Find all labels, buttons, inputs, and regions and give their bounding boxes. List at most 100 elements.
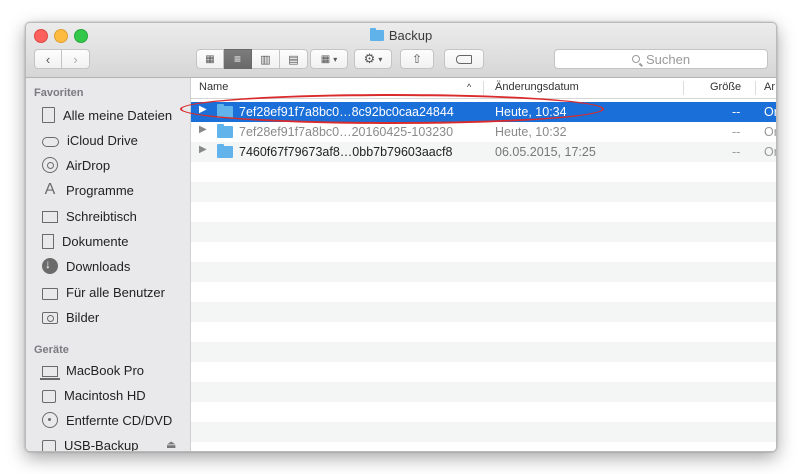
- devices-header: Geräte: [34, 344, 69, 356]
- sidebar-item-programme[interactable]: A Programme: [42, 179, 134, 201]
- sidebar-item-bilder[interactable]: Bilder: [42, 306, 99, 328]
- back-button[interactable]: ‹: [34, 49, 62, 69]
- sidebar-item-schreibtisch[interactable]: Schreibtisch: [42, 205, 137, 227]
- sidebar-item-airdrop[interactable]: AirDrop: [42, 154, 110, 176]
- table-row[interactable]: ▶ 7460f67f79673af8…0bb7b79603aacf8 06.05…: [191, 142, 776, 162]
- file-name: 7ef28ef91f7a8bc0…20160425-103230: [239, 125, 454, 139]
- coverflow-view-icon: ▤: [288, 53, 299, 66]
- window-title-text: Backup: [388, 28, 433, 43]
- disclosure-triangle-icon[interactable]: ▶: [199, 144, 207, 155]
- column-header-name[interactable]: Name: [199, 81, 228, 93]
- empty-row: [191, 302, 776, 322]
- sidebar-item-macintosh-hd[interactable]: Macintosh HD: [42, 384, 146, 406]
- tags-button[interactable]: [444, 49, 484, 69]
- disclosure-triangle-icon[interactable]: ▶: [199, 104, 207, 115]
- search-field[interactable]: Suchen: [554, 49, 768, 69]
- tag-icon: [456, 54, 472, 64]
- column-header-date[interactable]: Änderungsdatum: [495, 81, 579, 93]
- file-kind: Or: [764, 125, 776, 139]
- column-divider[interactable]: [483, 81, 484, 95]
- column-header-size[interactable]: Größe: [710, 81, 741, 93]
- list-view-icon: ≡: [233, 52, 241, 66]
- window-title: Backup: [26, 27, 776, 45]
- usb-drive-icon: [42, 439, 56, 451]
- file-size: --: [732, 105, 741, 119]
- list-view-button[interactable]: ≡: [224, 49, 252, 69]
- sidebar-item-label: Macintosh HD: [64, 387, 146, 403]
- finder-window: Backup ‹ › ▦ ≡ ▥ ▤ ▦ ▾ ⚙ ▾ ⇧ Suchen Favo…: [25, 22, 777, 452]
- sidebar-item-fuer-alle-benutzer[interactable]: Für alle Benutzer: [42, 281, 165, 303]
- share-button[interactable]: ⇧: [400, 49, 434, 69]
- column-view-button[interactable]: ▥: [252, 49, 280, 69]
- empty-row: [191, 342, 776, 362]
- laptop-icon: [40, 365, 60, 380]
- cd-icon: [42, 412, 58, 428]
- file-list: Name ^ Änderungsdatum Größe Ar ▶ 7ef28ef…: [191, 78, 776, 451]
- empty-row: [191, 362, 776, 382]
- folder-icon: [217, 144, 233, 158]
- file-kind: Or: [764, 105, 776, 119]
- chevron-left-icon: ‹: [45, 51, 51, 67]
- chevron-down-icon: ▾: [378, 54, 383, 64]
- coverflow-view-button[interactable]: ▤: [280, 49, 308, 69]
- arrange-icon: ▦: [320, 53, 331, 65]
- forward-button[interactable]: ›: [62, 49, 90, 69]
- sidebar-item-all-files[interactable]: Alle meine Dateien: [42, 104, 172, 126]
- favorites-header: Favoriten: [34, 87, 84, 99]
- column-header-kind[interactable]: Ar: [764, 81, 775, 93]
- applications-icon: A: [44, 181, 56, 198]
- folder-icon: [369, 28, 384, 41]
- sidebar-item-icloud-drive[interactable]: iCloud Drive: [42, 129, 138, 151]
- empty-row: [191, 222, 776, 242]
- chevron-right-icon: ›: [73, 51, 78, 67]
- sidebar-item-label: Dokumente: [62, 233, 129, 249]
- desktop-icon: [42, 211, 58, 223]
- sidebar-item-label: MacBook Pro: [66, 362, 145, 378]
- column-divider[interactable]: [755, 81, 756, 95]
- column-view-icon: ▥: [260, 53, 271, 66]
- empty-row: [191, 202, 776, 222]
- empty-row: [191, 402, 776, 422]
- empty-row: [191, 182, 776, 202]
- file-name: 7460f67f79673af8…0bb7b79603aacf8: [239, 145, 453, 159]
- sidebar-item-usb-backup[interactable]: USB-Backup: [42, 434, 138, 451]
- all-files-icon: [42, 107, 55, 123]
- file-size: --: [732, 125, 741, 139]
- table-row[interactable]: ▶ 7ef28ef91f7a8bc0…20160425-103230 Heute…: [191, 122, 776, 142]
- arrange-button[interactable]: ▦ ▾: [310, 49, 348, 69]
- sidebar-item-label: iCloud Drive: [67, 132, 138, 148]
- sidebar-item-entfernte-cd-dvd[interactable]: Entfernte CD/DVD: [42, 409, 172, 431]
- sidebar-item-label: USB-Backup: [64, 437, 139, 452]
- icon-view-icon: ▦: [205, 53, 215, 65]
- toolbar: Backup ‹ › ▦ ≡ ▥ ▤ ▦ ▾ ⚙ ▾ ⇧ Suchen: [26, 23, 776, 78]
- sidebar-item-label: Downloads: [66, 258, 131, 274]
- chevron-down-icon: ▾: [333, 54, 338, 64]
- downloads-icon: [42, 257, 58, 274]
- share-icon: ⇧: [411, 52, 423, 66]
- eject-icon[interactable]: ⏏: [166, 438, 176, 451]
- action-button[interactable]: ⚙ ▾: [354, 49, 392, 69]
- search-placeholder: Suchen: [645, 51, 691, 67]
- cloud-icon: [42, 137, 59, 147]
- sidebar: Favoriten Alle meine Dateien iCloud Driv…: [26, 78, 191, 451]
- file-size: --: [732, 145, 741, 159]
- sidebar-item-macbook-pro[interactable]: MacBook Pro: [40, 359, 145, 381]
- folder-icon: [217, 104, 233, 118]
- disclosure-triangle-icon[interactable]: ▶: [199, 124, 207, 135]
- empty-row: [191, 162, 776, 182]
- empty-row: [191, 262, 776, 282]
- sidebar-item-label: Programme: [66, 182, 134, 198]
- view-mode-switcher: ▦ ≡ ▥ ▤: [196, 49, 308, 69]
- sidebar-item-dokumente[interactable]: Dokumente: [42, 230, 128, 252]
- empty-row: [191, 382, 776, 402]
- folder-icon: [42, 287, 58, 300]
- table-row[interactable]: ▶ 7ef28ef91f7a8bc0…8c92bc0caa24844 Heute…: [191, 102, 776, 122]
- file-date: Heute, 10:32: [495, 125, 567, 139]
- hard-drive-icon: [42, 389, 56, 403]
- file-date: 06.05.2015, 17:25: [495, 145, 596, 159]
- sidebar-item-downloads[interactable]: Downloads: [42, 255, 130, 277]
- empty-row: [191, 422, 776, 442]
- navigation-buttons: ‹ ›: [34, 49, 90, 69]
- column-divider[interactable]: [683, 81, 684, 95]
- icon-view-button[interactable]: ▦: [196, 49, 224, 69]
